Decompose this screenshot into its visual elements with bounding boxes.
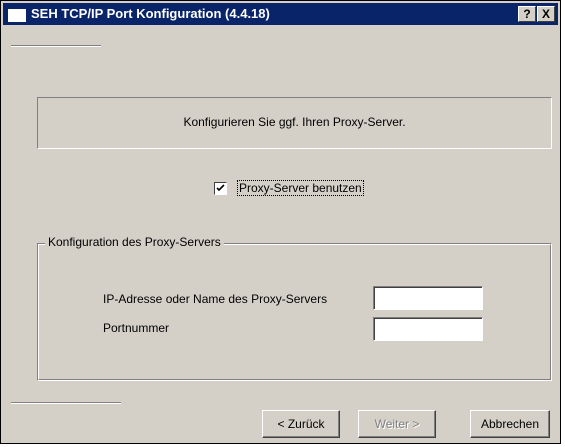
cancel-button[interactable]: Abbrechen [470, 410, 550, 438]
info-text: Konfigurieren Sie ggf. Ihren Proxy-Serve… [183, 115, 406, 129]
proxy-port-input[interactable] [373, 317, 483, 341]
window-title: SEH TCP/IP Port Konfiguration (4.4.18) [31, 6, 270, 21]
proxy-port-label: Portnummer [103, 321, 170, 335]
next-button[interactable]: Weiter > [358, 410, 436, 438]
info-panel: Konfigurieren Sie ggf. Ihren Proxy-Serve… [37, 97, 552, 149]
proxy-config-legend: Konfiguration des Proxy-Servers [45, 235, 224, 249]
back-button[interactable]: < Zurück [262, 410, 340, 438]
proxy-address-label: IP-Adresse oder Name des Proxy-Servers [103, 292, 328, 306]
window-icon [8, 9, 26, 22]
proxy-config-group [37, 243, 552, 381]
title-bar[interactable]: SEH TCP/IP Port Konfiguration (4.4.18) ?… [3, 3, 558, 25]
help-button[interactable]: ? [518, 6, 536, 22]
top-divider [11, 45, 101, 47]
proxy-checkbox[interactable] [214, 182, 227, 195]
close-button[interactable]: X [537, 6, 555, 22]
proxy-address-input[interactable] [373, 286, 483, 310]
proxy-checkbox-label[interactable]: Proxy-Server benutzen [237, 180, 364, 196]
checkmark-icon [216, 184, 225, 192]
bottom-divider [11, 402, 121, 404]
dialog-window: SEH TCP/IP Port Konfiguration (4.4.18) ?… [0, 0, 561, 444]
